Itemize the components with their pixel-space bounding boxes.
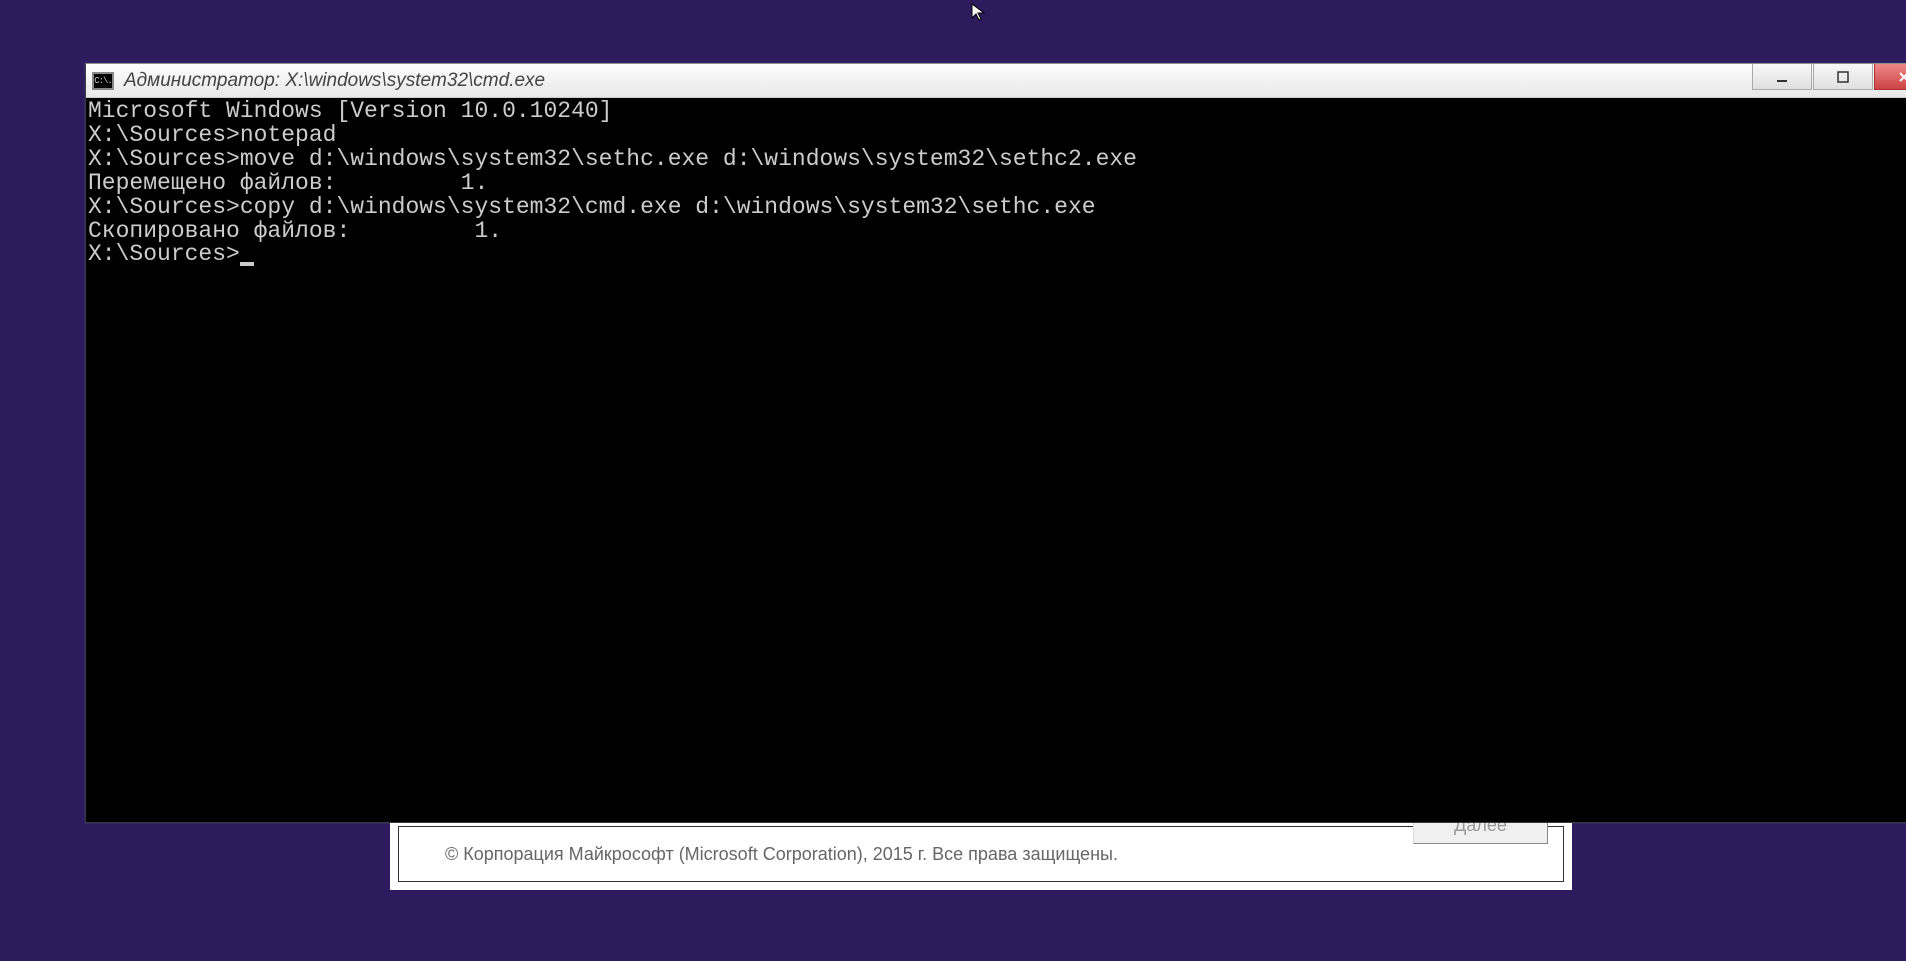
terminal-cursor — [240, 262, 254, 266]
copyright-text: © Корпорация Майкрософт (Microsoft Corpo… — [445, 844, 1118, 865]
terminal-line: X:\Sources>move d:\windows\system32\seth… — [88, 148, 1906, 172]
mouse-cursor-icon — [970, 2, 990, 22]
maximize-button[interactable] — [1813, 64, 1873, 90]
close-button[interactable] — [1874, 64, 1906, 90]
minimize-button[interactable] — [1752, 64, 1812, 90]
terminal-prompt: X:\Sources> — [88, 241, 240, 267]
terminal-output[interactable]: Microsoft Windows [Version 10.0.10240]X:… — [86, 98, 1906, 822]
window-controls — [1751, 64, 1906, 90]
window-title: Администратор: X:\windows\system32\cmd.e… — [124, 70, 545, 92]
cmd-window: C:\. Администратор: X:\windows\system32\… — [85, 63, 1906, 823]
titlebar[interactable]: C:\. Администратор: X:\windows\system32\… — [86, 64, 1906, 98]
terminal-line: Скопировано файлов: 1. — [88, 220, 1906, 244]
cmd-icon: C:\. — [92, 72, 114, 90]
terminal-line: X:\Sources>copy d:\windows\system32\cmd.… — [88, 196, 1906, 220]
terminal-line: Microsoft Windows [Version 10.0.10240] — [88, 100, 1906, 124]
terminal-line: X:\Sources>notepad — [88, 124, 1906, 148]
terminal-line: Перемещено файлов: 1. — [88, 172, 1906, 196]
